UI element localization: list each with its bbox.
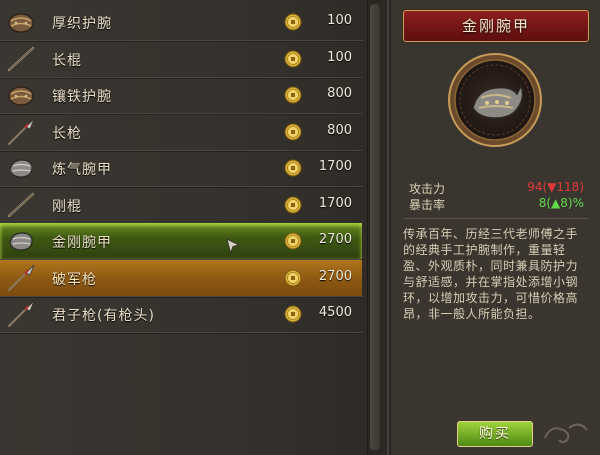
wristguard-icon: [6, 8, 36, 36]
item-price: 100: [327, 13, 352, 28]
item-name: 炼气腕甲: [52, 162, 112, 178]
item-price: 1700: [318, 195, 352, 211]
coin-icon: [284, 86, 302, 104]
item-detail-panel: 金刚腕甲 攻击力 94(▼118) 暴击率 8(▲8)% 传承百年、历经三代老师…: [391, 0, 600, 455]
item-name: 金刚腕甲: [52, 235, 112, 251]
staff-icon: [6, 191, 36, 219]
coin-icon: [284, 196, 302, 214]
item-price: 2700: [318, 232, 352, 247]
bracer-icon: [6, 227, 36, 255]
item-name: 刚棍: [52, 198, 82, 215]
shop-item-row[interactable]: 破军枪 2700: [0, 259, 362, 297]
spear-icon: [6, 264, 36, 292]
spear-icon: [6, 118, 36, 146]
staff-icon: [6, 45, 36, 73]
coin-icon: [284, 50, 302, 68]
list-scrollbar[interactable]: [367, 0, 382, 455]
coin-icon: [284, 305, 302, 323]
shop-item-row[interactable]: 金刚腕甲 2700: [0, 223, 362, 260]
item-price: 800: [327, 122, 352, 138]
item-price: 4500: [318, 305, 352, 320]
stat-value-crit: 8(▲8)%: [538, 196, 584, 210]
item-name: 厚织护腕: [52, 16, 112, 32]
bracer-portrait-icon: [448, 53, 542, 147]
coin-icon: [284, 13, 302, 31]
shop-item-row[interactable]: 镶铁护腕 800: [0, 77, 362, 114]
coin-icon: [284, 159, 302, 177]
item-price: 2700: [318, 268, 352, 284]
bracer-icon: [6, 154, 36, 182]
shop-item-row[interactable]: 刚棍 1700: [0, 187, 362, 224]
item-price: 100: [327, 49, 352, 65]
mouse-cursor-icon: [226, 238, 240, 254]
spear-icon: [6, 300, 36, 328]
coin-icon: [284, 123, 302, 141]
shop-item-row[interactable]: 长棍 100: [0, 41, 362, 78]
item-price: 1700: [318, 159, 352, 174]
scroll-thumb[interactable]: [370, 4, 380, 450]
item-description: 传承百年、历经三代老师傅之手的经典手工护腕制作，重量轻盈、外观质朴，同时兼具防护…: [403, 227, 579, 321]
coin-icon: [284, 269, 302, 287]
item-name: 君子枪(有枪头): [52, 308, 155, 324]
shop-item-row[interactable]: 厚织护腕 100: [0, 4, 362, 41]
shop-item-row[interactable]: 炼气腕甲 1700: [0, 150, 362, 187]
stats-divider: [403, 218, 589, 219]
item-price: 800: [327, 86, 352, 101]
buy-button[interactable]: 购买: [457, 421, 533, 447]
item-name: 破军枪: [52, 271, 97, 288]
shop-item-row[interactable]: 君子枪(有枪头) 4500: [0, 296, 362, 333]
item-name: 长枪: [52, 125, 82, 142]
wristguard-icon: [6, 81, 36, 109]
coin-icon: [284, 232, 302, 250]
shop-item-row[interactable]: 长枪 800: [0, 114, 362, 151]
item-name: 长棍: [52, 52, 82, 69]
stat-label-attack: 攻击力: [409, 182, 446, 196]
scroll-ornament-icon: [544, 423, 588, 443]
stat-value-attack: 94(▼118): [527, 180, 584, 194]
item-title: 金刚腕甲: [403, 10, 589, 42]
stat-label-crit: 暴击率: [409, 198, 446, 212]
shop-item-list: 厚织护腕 100 长棍 100 镶铁护腕 800 长枪 800 炼气腕甲 1700 刚棍 1700 金刚…: [0, 0, 385, 455]
item-name: 镶铁护腕: [52, 89, 112, 105]
